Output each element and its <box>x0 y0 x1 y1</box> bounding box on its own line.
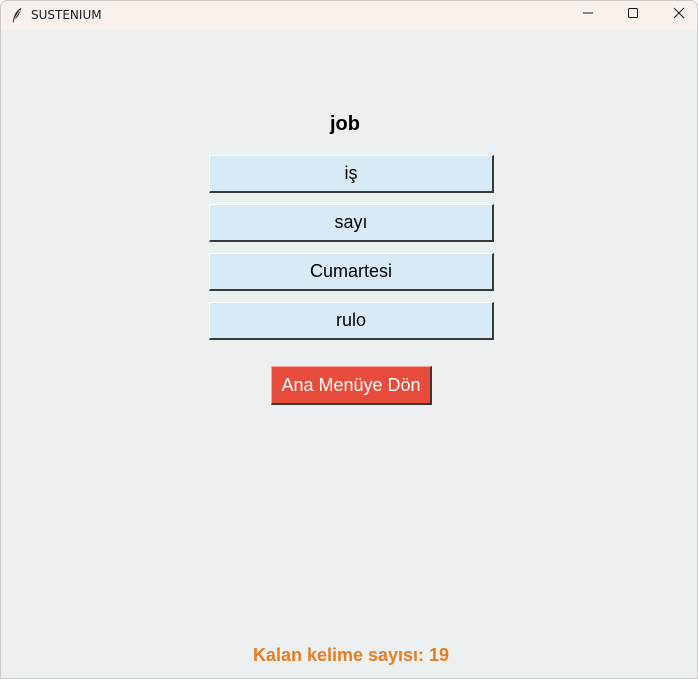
maximize-button[interactable] <box>610 1 656 29</box>
window-title: SUSTENIUM <box>31 8 102 22</box>
maximize-icon <box>627 6 639 24</box>
remaining-word-count: Kalan kelime sayısı: 19 <box>252 645 450 665</box>
close-icon <box>673 6 685 24</box>
answer-option-button[interactable]: iş <box>209 155 494 193</box>
quiz-word: job <box>330 113 360 135</box>
answer-option-button[interactable]: Cumartesi <box>209 253 494 291</box>
minimize-button[interactable] <box>565 1 611 29</box>
quiz-panel: job iş sayı Cumartesi rulo Ana Menüye Dö… <box>1 29 697 678</box>
close-button[interactable] <box>656 1 697 29</box>
answer-option-button[interactable]: sayı <box>209 204 494 242</box>
minimize-icon <box>582 6 594 24</box>
app-window: SUSTENIUM job iş sayı Cumartesi rulo Ana… <box>0 0 698 679</box>
feather-icon <box>11 7 23 23</box>
main-menu-button[interactable]: Ana Menüye Dön <box>271 366 432 405</box>
answer-option-button[interactable]: rulo <box>209 302 494 340</box>
title-bar[interactable]: SUSTENIUM <box>1 1 697 29</box>
